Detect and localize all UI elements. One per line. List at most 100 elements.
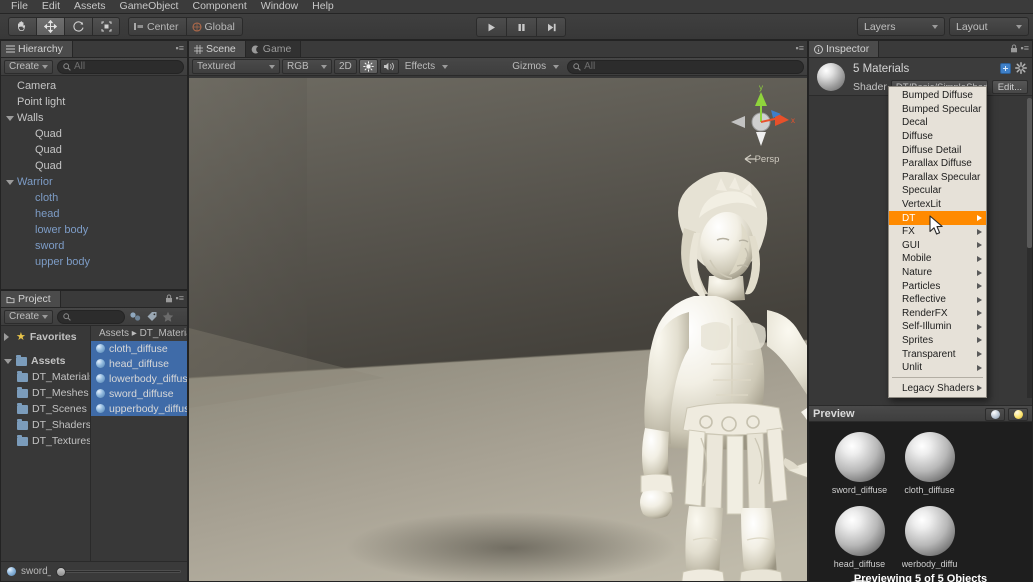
lock-icon[interactable] (165, 294, 173, 303)
shader-menu-item[interactable]: DT (889, 211, 986, 225)
tab-scene[interactable]: Scene (189, 41, 246, 57)
tab-game[interactable]: Game (245, 41, 302, 57)
icon-size-slider[interactable] (56, 567, 181, 577)
shader-menu-item[interactable]: Particles (889, 279, 986, 293)
pivot-center-button[interactable]: Center (128, 17, 186, 36)
shader-menu-item[interactable]: Self-Illumin (889, 320, 986, 334)
project-folder-row[interactable]: DT_Textures (1, 433, 90, 449)
shader-menu-item[interactable]: Transparent (889, 347, 986, 361)
menu-component[interactable]: Component (185, 0, 253, 13)
pause-button[interactable] (506, 17, 536, 37)
color-mode-dropdown[interactable]: RGB (282, 59, 332, 74)
slider-handle[interactable] (56, 567, 66, 577)
shader-menu-item[interactable]: Legacy Shaders (889, 381, 986, 395)
menu-file[interactable]: File (4, 0, 35, 13)
asset-row[interactable]: sword_diffuse (91, 386, 187, 401)
hierarchy-item[interactable]: head (1, 206, 187, 222)
hierarchy-item[interactable]: Camera (1, 78, 187, 94)
hierarchy-item[interactable]: Point light (1, 94, 187, 110)
tab-hierarchy[interactable]: Hierarchy (1, 41, 73, 57)
menu-window[interactable]: Window (254, 0, 305, 13)
move-tool-button[interactable] (36, 17, 64, 36)
hierarchy-item[interactable]: Quad (1, 142, 187, 158)
project-folder-row[interactable]: DT_Materials (1, 369, 90, 385)
scene-options[interactable]: ▪≡ (796, 44, 804, 53)
gear-icon[interactable] (1015, 62, 1027, 74)
edit-shader-button[interactable]: Edit... (991, 80, 1028, 94)
gizmos-dropdown[interactable]: Gizmos (508, 59, 563, 74)
preview-lighting-toggle[interactable] (1008, 408, 1028, 421)
favorite-star-icon[interactable] (162, 311, 174, 323)
shader-menu-item[interactable]: VertexLit (889, 198, 986, 212)
asset-row[interactable]: head_diffuse (91, 356, 187, 371)
hierarchy-create-button[interactable]: Create (4, 59, 54, 74)
shader-dropdown-menu[interactable]: Bumped Diffuse Bumped Specular Decal Diffus… (888, 86, 987, 399)
hierarchy-options[interactable]: ▪≡ (176, 44, 184, 53)
material-preview-area[interactable]: sword_diffuse cloth_diffuse head_diffuse we… (809, 422, 1032, 582)
step-button[interactable] (536, 17, 566, 37)
menu-assets[interactable]: Assets (67, 0, 113, 13)
hierarchy-search-input[interactable]: All (57, 59, 184, 74)
shader-menu-item[interactable]: FX (889, 225, 986, 239)
breadcrumb[interactable]: Assets ▸ DT_Materials (91, 326, 187, 341)
preview-item[interactable]: cloth_diffuse (895, 432, 964, 506)
scene-search-input[interactable]: All (567, 59, 804, 74)
shader-menu-item[interactable]: Sprites (889, 334, 986, 348)
preview-item[interactable]: sword_diffuse (825, 432, 894, 506)
hierarchy-item[interactable]: lower body (1, 222, 187, 238)
menu-gameobject[interactable]: GameObject (113, 0, 186, 13)
tab-project[interactable]: Project (1, 291, 61, 307)
rotate-tool-button[interactable] (64, 17, 92, 36)
shader-menu-item[interactable]: Diffuse Detail (889, 143, 986, 157)
shader-menu-item[interactable]: Bumped Diffuse (889, 89, 986, 103)
project-options[interactable]: ▪≡ (165, 294, 184, 303)
asset-row[interactable]: cloth_diffuse (91, 341, 187, 356)
scene-axis-gizmo[interactable]: y x Persp (723, 82, 799, 168)
asset-row[interactable]: upperbody_diffuse (91, 401, 187, 416)
shader-menu-item[interactable]: Bumped Specular (889, 103, 986, 117)
hierarchy-item[interactable]: Quad (1, 126, 187, 142)
shader-menu-item[interactable]: Parallax Diffuse (889, 157, 986, 171)
hierarchy-item[interactable]: Warrior (1, 174, 187, 190)
expand-triangle-icon[interactable] (5, 115, 15, 121)
effects-dropdown[interactable]: Effects (401, 59, 452, 74)
shader-menu-item[interactable]: Decal (889, 116, 986, 130)
lock-icon[interactable] (1010, 44, 1018, 53)
shader-menu-item[interactable]: RenderFX (889, 307, 986, 321)
draw-mode-dropdown[interactable]: Textured (192, 59, 280, 74)
panel-menu-icon[interactable]: ▪≡ (796, 44, 804, 53)
shader-menu-item[interactable]: Reflective (889, 293, 986, 307)
project-folder-row[interactable]: DT_Scenes (1, 401, 90, 417)
asset-bundle-icon[interactable] (1000, 62, 1011, 74)
layers-dropdown[interactable]: Layers (857, 17, 945, 36)
project-assets-root[interactable]: Assets (1, 353, 90, 369)
inspector-scrollbar-thumb[interactable] (1027, 98, 1032, 248)
hierarchy-item[interactable]: Walls (1, 110, 187, 126)
tab-inspector[interactable]: Inspector (809, 41, 880, 57)
panel-menu-icon[interactable]: ▪≡ (176, 44, 184, 53)
menu-help[interactable]: Help (305, 0, 341, 13)
preview-shading-toggle[interactable] (985, 408, 1005, 421)
asset-row[interactable]: lowerbody_diffuse (91, 371, 187, 386)
project-search-input[interactable] (57, 309, 126, 324)
menu-edit[interactable]: Edit (35, 0, 67, 13)
expand-triangle-icon[interactable] (4, 358, 12, 364)
preview-item[interactable]: head_diffuse (825, 506, 894, 580)
project-folder-row[interactable]: DT_Shaders (1, 417, 90, 433)
scale-tool-button[interactable] (92, 17, 120, 36)
panel-menu-icon[interactable]: ▪≡ (1021, 44, 1029, 53)
panel-menu-icon[interactable]: ▪≡ (176, 294, 184, 303)
filter-by-type-icon[interactable] (129, 311, 142, 323)
expand-triangle-icon[interactable] (5, 179, 15, 185)
shader-menu-item[interactable]: Mobile (889, 252, 986, 266)
toggle-2d-button[interactable]: 2D (334, 59, 357, 74)
filter-by-label-icon[interactable] (146, 311, 158, 323)
scene-viewport[interactable]: y x Persp (189, 78, 807, 581)
expand-triangle-icon[interactable] (4, 333, 12, 341)
hierarchy-item[interactable]: upper body (1, 254, 187, 270)
shader-menu-item[interactable]: Parallax Specular (889, 171, 986, 185)
layout-dropdown[interactable]: Layout (949, 17, 1029, 36)
scene-audio-toggle[interactable] (379, 59, 399, 74)
preview-item[interactable]: werbody_diffu (895, 506, 964, 580)
play-button[interactable] (476, 17, 506, 37)
